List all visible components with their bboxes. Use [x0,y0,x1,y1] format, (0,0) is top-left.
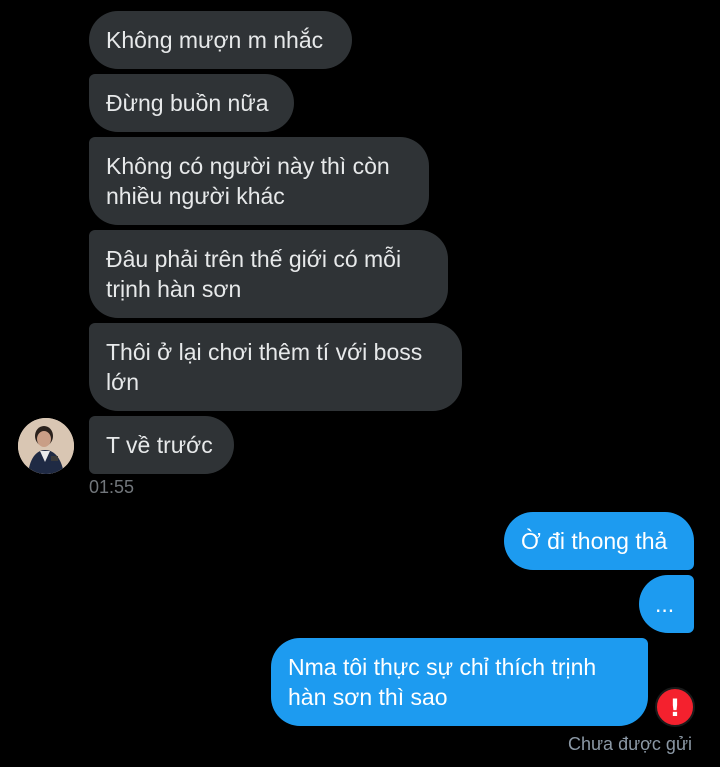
message-text: Không có người này thì còn [106,153,390,179]
incoming-message-bubble[interactable]: Đừng buồn nữa [89,74,294,132]
incoming-message-bubble[interactable]: Đâu phải trên thế giới có mỗi trịnh hàn … [89,230,448,318]
message-text: Nma tôi thực sự chỉ thích trịnh [288,654,597,680]
incoming-message-bubble[interactable]: Thôi ở lại chơi thêm tí với boss lớn [89,323,462,411]
message-text: T về trước [106,432,213,458]
incoming-message-bubble[interactable]: Không mượn m nhắc [89,11,352,69]
avatar[interactable] [18,418,74,474]
outgoing-message-bubble[interactable]: ... [639,575,694,633]
message-text: Thôi ở lại chơi thêm tí với boss [106,339,423,365]
message-text: trịnh hàn sơn [106,276,242,302]
message-text: nhiều người khác [106,183,285,209]
outgoing-message-bubble[interactable]: Nma tôi thực sự chỉ thích trịnh hàn sơn … [271,638,648,726]
exclamation-icon[interactable]: ! [655,687,695,727]
outgoing-message-bubble[interactable]: Ờ đi thong thả [504,512,694,570]
send-status-text[interactable]: Chưa được gửi [568,733,692,755]
message-text: lớn [106,369,139,395]
message-text: Không mượn m nhắc [106,27,324,53]
message-timestamp: 01:55 [89,477,135,497]
message-text: Ờ đi thong thả [521,528,668,554]
incoming-message-bubble[interactable]: Không có người này thì còn nhiều người k… [89,137,429,225]
person-avatar-icon [18,418,74,474]
incoming-message-bubble[interactable]: T về trước [89,416,234,474]
message-text: hàn sơn thì sao [288,684,448,710]
message-text: ... [655,591,675,617]
message-text: Đâu phải trên thế giới có mỗi [106,246,402,272]
message-text: Đừng buồn nữa [106,90,269,116]
